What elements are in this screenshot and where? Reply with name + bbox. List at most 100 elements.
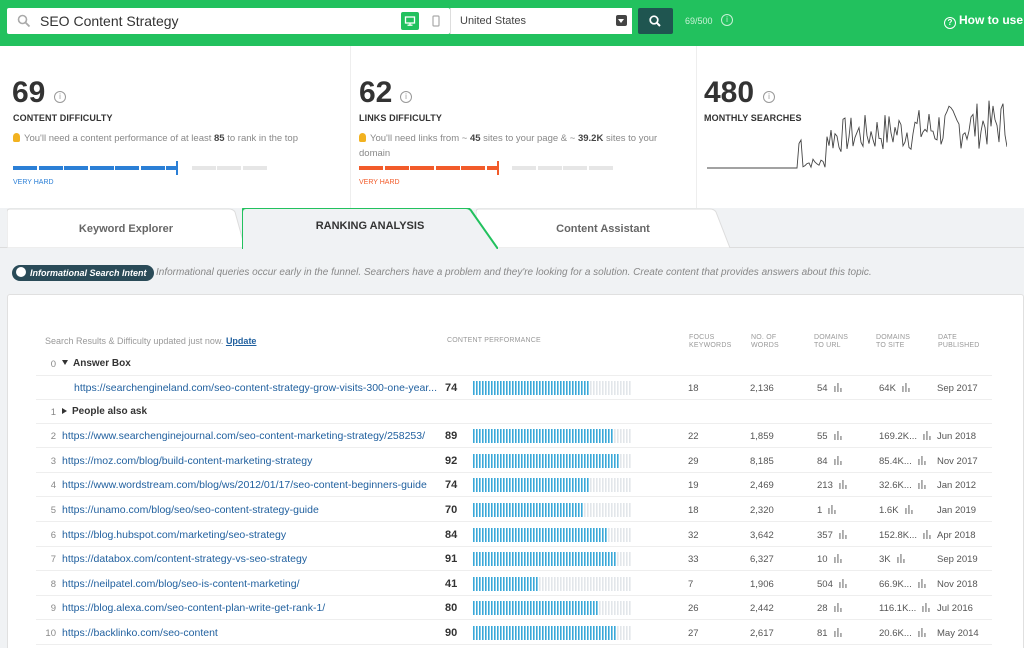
focus-keywords-value: 27 xyxy=(688,628,699,639)
col-focus-keywords[interactable]: FOCUS KEYWORDS xyxy=(689,334,731,350)
result-url-link[interactable]: https://unamo.com/blog/seo/seo-content-s… xyxy=(62,504,438,516)
tab-keyword-explorer[interactable]: Keyword Explorer xyxy=(7,208,245,248)
content-difficulty-description: You'll need a content performance of at … xyxy=(13,131,343,146)
expand-down-icon xyxy=(62,360,68,365)
col-date-published[interactable]: DATE PUBLISHED xyxy=(938,334,979,350)
keyword-search-box[interactable]: SEO Content Strategy xyxy=(7,8,450,34)
scale-marker xyxy=(176,161,178,175)
focus-keywords-value: 19 xyxy=(688,480,699,491)
domains-to-site-cell: 20.6K... xyxy=(879,628,927,639)
bar-chart-icon[interactable] xyxy=(917,628,927,637)
tab-label: Content Assistant xyxy=(556,223,650,235)
result-url-link[interactable]: https://www.wordstream.com/blog/ws/2012/… xyxy=(62,479,438,491)
bar-chart-icon[interactable] xyxy=(838,480,848,489)
bar-chart-icon[interactable] xyxy=(838,579,848,588)
tab-label: Keyword Explorer xyxy=(78,223,174,235)
how-to-use-link[interactable]: ? How to use xyxy=(944,13,1023,29)
bar-chart-icon[interactable] xyxy=(896,554,906,563)
domains-to-url-cell: 1 xyxy=(817,505,837,516)
bar-chart-icon[interactable] xyxy=(917,480,927,489)
bar-chart-icon[interactable] xyxy=(923,431,932,440)
domains-to-site-cell: 85.4K... xyxy=(879,456,927,467)
content-difficulty-value: 69 xyxy=(12,76,46,109)
table-row: 8 https://neilpatel.com/blog/seo-is-conte… xyxy=(36,572,992,596)
info-icon[interactable]: i xyxy=(400,91,412,103)
group-label[interactable]: People also ask xyxy=(62,406,147,417)
domains-to-url-cell: 213 xyxy=(817,480,848,491)
result-url-link[interactable]: https://www.searchenginejournal.com/seo-… xyxy=(62,430,438,442)
domains-to-site-value: 152.8K... xyxy=(879,530,918,541)
bar-chart-icon[interactable] xyxy=(833,383,843,392)
update-link[interactable]: Update xyxy=(226,336,257,346)
bar-chart-icon[interactable] xyxy=(922,603,931,612)
content-performance-bar xyxy=(473,503,631,517)
focus-keywords-value: 18 xyxy=(688,383,699,394)
scale-segment xyxy=(435,166,460,170)
info-icon[interactable]: i xyxy=(54,91,66,103)
result-group[interactable]: 1 People also ask xyxy=(36,400,992,424)
result-url-link[interactable]: https://blog.alexa.com/seo-content-plan-… xyxy=(62,602,438,614)
result-url-link[interactable]: https://searchengineland.com/seo-content… xyxy=(74,382,450,394)
domains-to-url-cell: 357 xyxy=(817,530,848,541)
result-url-link[interactable]: https://blog.hubspot.com/marketing/seo-s… xyxy=(62,529,438,541)
tab-content-assistant[interactable]: Content Assistant xyxy=(476,208,730,248)
col-domains-to-site[interactable]: DOMAINS TO SITE xyxy=(876,334,910,350)
desktop-toggle[interactable] xyxy=(401,12,419,30)
result-group[interactable]: 0 Answer Box xyxy=(36,352,992,376)
col-content-performance[interactable]: CONTENT PERFORMANCE xyxy=(447,337,541,345)
result-url-link[interactable]: https://neilpatel.com/blog/seo-is-conten… xyxy=(62,578,438,590)
bar-chart-icon[interactable] xyxy=(901,383,911,392)
update-status-text: Search Results & Difficulty updated just… xyxy=(45,336,226,346)
result-url-link[interactable]: https://moz.com/blog/build-content-marke… xyxy=(62,455,438,467)
metrics-panel: 69 i CONTENT DIFFICULTY You'll need a co… xyxy=(0,46,1024,208)
tab-ranking-analysis[interactable]: RANKING ANALYSIS xyxy=(242,208,498,249)
scale-segment xyxy=(359,166,383,170)
result-url-link[interactable]: https://backlinko.com/seo-content xyxy=(62,627,438,639)
domains-to-url-cell: 84 xyxy=(817,456,843,467)
domains-to-url-value: 81 xyxy=(817,628,828,639)
domains-to-site-cell: 169.2K... xyxy=(879,431,932,442)
content-performance-bar xyxy=(473,552,631,566)
content-difficulty-label: CONTENT DIFFICULTY xyxy=(13,113,113,123)
domains-to-url-value: 54 xyxy=(817,383,828,394)
bar-chart-icon[interactable] xyxy=(833,431,843,440)
bar-chart-icon[interactable] xyxy=(904,505,914,514)
col-word-count[interactable]: NO. OF WORDS xyxy=(751,334,779,350)
table-row: 6 https://blog.hubspot.com/marketing/seo-… xyxy=(36,523,992,547)
domains-to-url-cell: 81 xyxy=(817,628,843,639)
group-label[interactable]: Answer Box xyxy=(62,358,131,369)
table-row: 10 https://backlinko.com/seo-content 90 27 2… xyxy=(36,621,992,645)
content-score: 91 xyxy=(445,553,458,565)
update-status: Search Results & Difficulty updated just… xyxy=(45,336,256,346)
content-performance-bar xyxy=(473,429,631,443)
bar-chart-icon[interactable] xyxy=(917,579,927,588)
keyword-input[interactable]: SEO Content Strategy xyxy=(40,13,179,29)
result-url-link[interactable]: https://databox.com/content-strategy-vs-… xyxy=(62,553,438,565)
desc-text: to rank in the top xyxy=(224,133,299,144)
search-button[interactable] xyxy=(638,8,673,34)
domains-to-url-value: 55 xyxy=(817,431,828,442)
word-count-value: 2,442 xyxy=(750,603,774,614)
col-label: NO. OF xyxy=(751,334,777,341)
domains-to-site-value: 1.6K xyxy=(879,505,899,516)
bar-chart-icon[interactable] xyxy=(833,554,843,563)
domains-to-site-cell: 116.1K... xyxy=(879,603,931,614)
bar-chart-icon[interactable] xyxy=(828,505,837,514)
domains-to-site-cell: 152.8K... xyxy=(879,530,932,541)
bar-chart-icon[interactable] xyxy=(838,530,848,539)
bar-chart-icon[interactable] xyxy=(833,456,843,465)
rank-number: 9 xyxy=(50,603,56,614)
links-difficulty-description: You'll need links from ~ 45 sites to you… xyxy=(359,131,659,161)
bar-chart-icon[interactable] xyxy=(833,603,843,612)
date-published-value: Sep 2019 xyxy=(937,554,978,565)
country-select[interactable]: United States xyxy=(450,8,632,34)
bar-chart-icon[interactable] xyxy=(923,530,932,539)
info-icon[interactable]: i xyxy=(721,14,733,26)
mobile-toggle[interactable] xyxy=(427,12,445,30)
content-performance-bar xyxy=(473,454,631,468)
date-published-value: Jan 2019 xyxy=(937,505,977,516)
domains-to-site-value: 3K xyxy=(879,554,891,565)
bar-chart-icon[interactable] xyxy=(917,456,927,465)
bar-chart-icon[interactable] xyxy=(833,628,843,637)
col-domains-to-url[interactable]: DOMAINS TO URL xyxy=(814,334,848,350)
